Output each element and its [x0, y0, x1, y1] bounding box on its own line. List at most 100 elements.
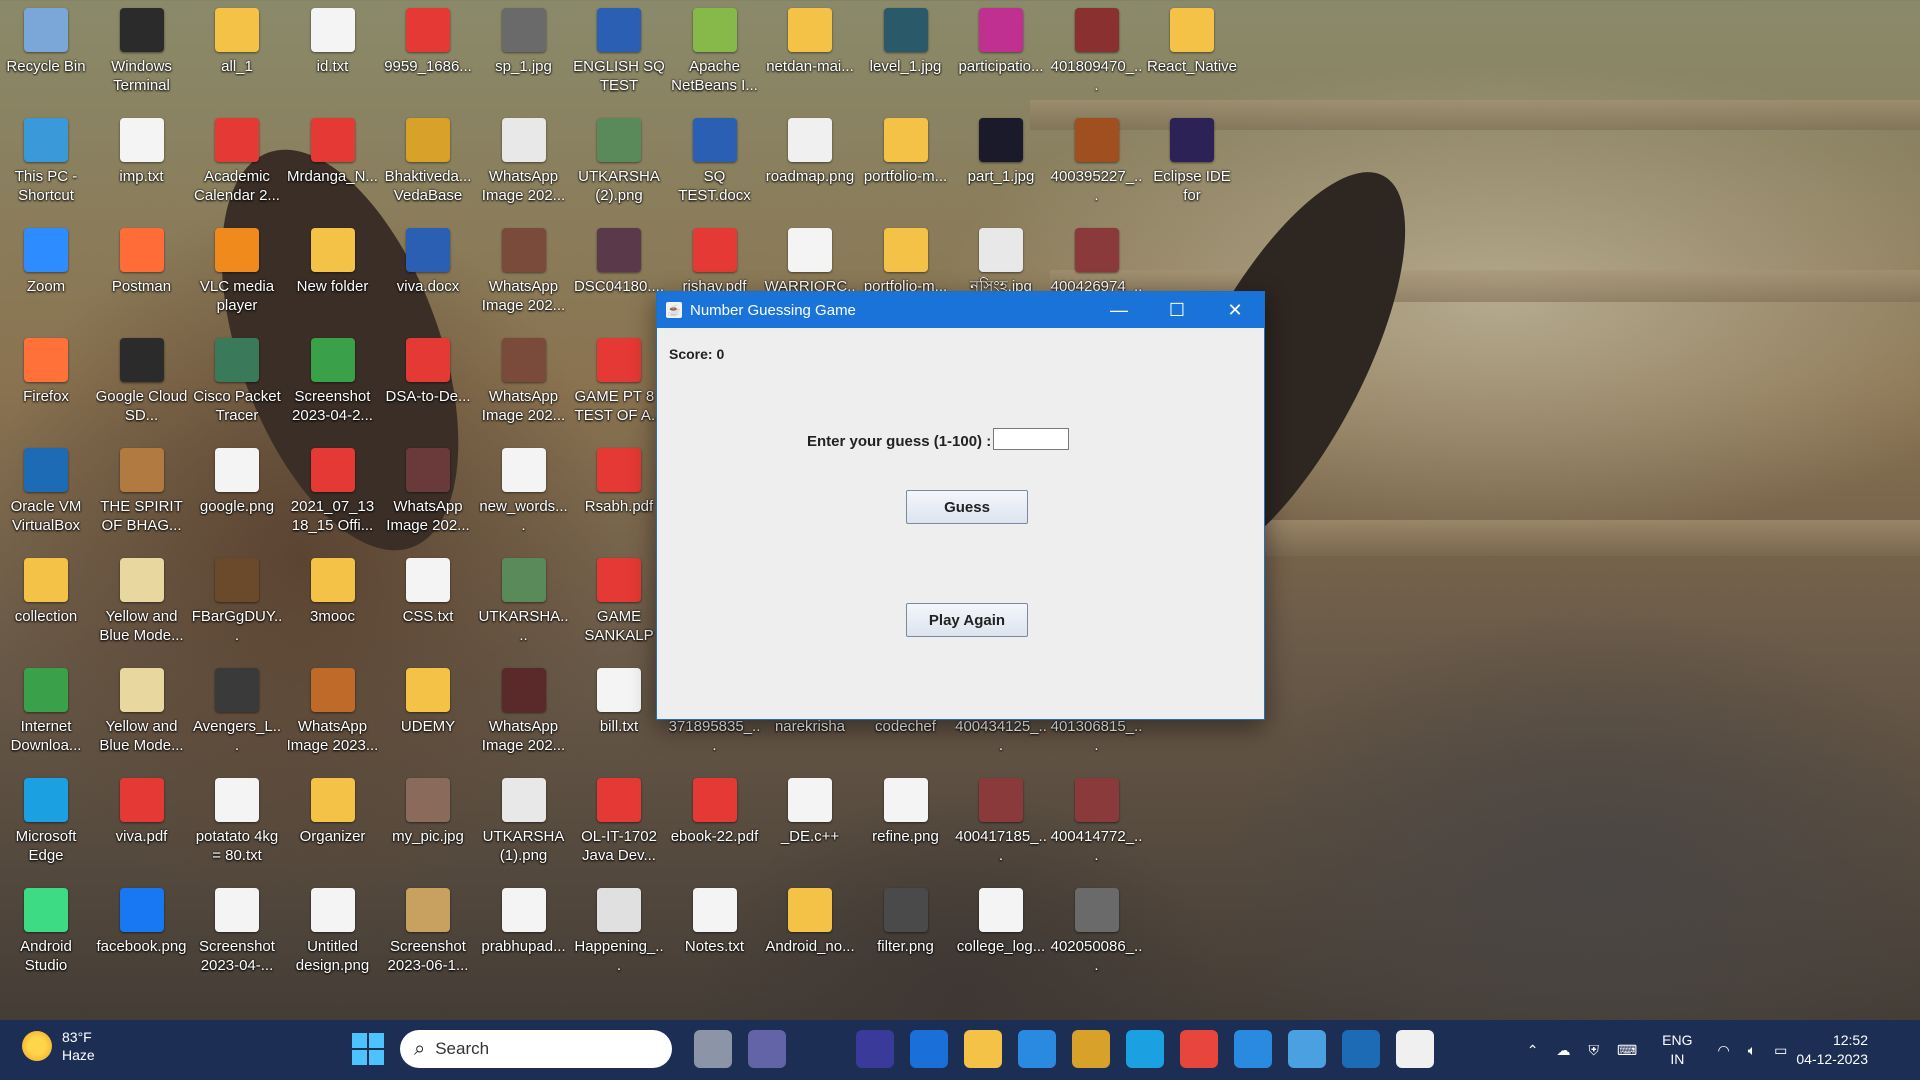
desktop-icon[interactable]: Screenshot 2023-04-... [191, 882, 283, 990]
desktop-icon[interactable]: 400417185_... [955, 772, 1047, 880]
virtualbox-icon[interactable] [1342, 1030, 1380, 1068]
start-button[interactable] [352, 1033, 384, 1065]
desktop-icon[interactable]: filter.png [860, 882, 952, 990]
desktop-icon[interactable]: WhatsApp Image 2023... [287, 662, 379, 770]
desktop-icon[interactable]: 402050086_... [1051, 882, 1143, 990]
desktop-icon[interactable]: college_log... [955, 882, 1047, 990]
desktop-icon[interactable]: refine.png [860, 772, 952, 880]
desktop-icon[interactable]: part_1.jpg [955, 112, 1047, 220]
desktop-icon[interactable]: Windows Terminal [96, 2, 188, 110]
task-view-icon[interactable] [694, 1030, 732, 1068]
desktop-icon[interactable]: FBarGgDUY... [191, 552, 283, 660]
desktop-icon[interactable]: Internet Downloa... [0, 662, 92, 770]
window-titlebar[interactable]: ☕ Number Guessing Game — ☐ ✕ [657, 292, 1264, 328]
desktop-icon[interactable]: Eclipse IDE for Enterpris... [1146, 112, 1238, 220]
desktop-icon[interactable]: Android_no... [764, 882, 856, 990]
maximize-button[interactable]: ☐ [1148, 292, 1206, 328]
desktop-icon[interactable]: WhatsApp Image 202... [478, 332, 570, 440]
store-icon[interactable] [910, 1030, 948, 1068]
desktop-icon[interactable]: level_1.jpg [860, 2, 952, 110]
onedrive-icon[interactable]: ☁ [1556, 1042, 1570, 1059]
desktop-icon[interactable]: 400414772_... [1051, 772, 1143, 880]
desktop-icon[interactable]: WhatsApp Image 202... [478, 662, 570, 770]
desktop-icon[interactable]: Avengers_L... [191, 662, 283, 770]
guess-button[interactable]: Guess [906, 490, 1028, 524]
desktop-icon[interactable]: new_words.... [478, 442, 570, 550]
desktop-icon[interactable]: viva.docx [382, 222, 474, 330]
desktop-icon[interactable]: Recycle Bin [0, 2, 92, 110]
desktop-icon[interactable]: ENGLISH SQ TEST (1).docx [573, 2, 665, 110]
desktop-icon[interactable]: Untitled design.png [287, 882, 379, 990]
edge-icon[interactable] [1126, 1030, 1164, 1068]
desktop-icon[interactable]: Oracle VM VirtualBox [0, 442, 92, 550]
desktop-icon[interactable]: ebook-22.pdf [669, 772, 761, 880]
desktop-icon[interactable]: SQ TEST.docx [669, 112, 761, 220]
keyboard-icon[interactable]: ⌨ [1617, 1042, 1637, 1059]
desktop-icon[interactable]: Apache NetBeans I... [669, 2, 761, 110]
volume-icon[interactable]: 🔈︎ [1748, 1042, 1756, 1059]
desktop-icon[interactable]: Academic Calendar 2... [191, 112, 283, 220]
desktop-icon[interactable]: bill.txt [573, 662, 665, 770]
desktop-icon[interactable]: OL-IT-1702 Java Dev... [573, 772, 665, 880]
desktop-icon[interactable]: 401809470_... [1051, 2, 1143, 110]
desktop-icon[interactable]: GAME PT 8 - TEST OF A... [573, 332, 665, 440]
desktop-icon[interactable]: Notes.txt [669, 882, 761, 990]
clock[interactable]: 12:52 04-12-2023 [1796, 1031, 1868, 1069]
cortana-icon[interactable] [802, 1030, 840, 1068]
chrome-icon[interactable] [1180, 1030, 1218, 1068]
desktop-icon[interactable]: Organizer [287, 772, 379, 880]
desktop-icon[interactable]: _DE.c++ [764, 772, 856, 880]
desktop-icon[interactable]: 9959_1686... [382, 2, 474, 110]
language-indicator[interactable]: ENG IN [1662, 1031, 1692, 1069]
vscode-icon[interactable] [1234, 1030, 1272, 1068]
desktop-icon[interactable]: UTKARSHA (1).png [478, 772, 570, 880]
chevron-up-icon[interactable]: ⌃ [1527, 1042, 1539, 1059]
desktop-icon[interactable]: Cisco Packet Tracer [191, 332, 283, 440]
desktop-icon[interactable]: Google Cloud SD... [96, 332, 188, 440]
desktop-icon[interactable]: DSC04180.... [573, 222, 665, 330]
desktop-icon[interactable]: roadmap.png [764, 112, 856, 220]
desktop-icon[interactable]: all_1 [191, 2, 283, 110]
search-box[interactable]: ⌕ Search [400, 1030, 672, 1068]
desktop-icon[interactable]: Zoom [0, 222, 92, 330]
desktop-icon[interactable]: Android Studio [0, 882, 92, 990]
desktop-icon[interactable]: 2021_07_13 18_15 Offi... [287, 442, 379, 550]
file-explorer-icon[interactable] [964, 1030, 1002, 1068]
java-icon[interactable] [1396, 1030, 1434, 1068]
desktop-icon[interactable]: sp_1.jpg [478, 2, 570, 110]
desktop-icon[interactable]: New folder [287, 222, 379, 330]
desktop-icon[interactable]: WhatsApp Image 202... [478, 112, 570, 220]
desktop-icon[interactable]: UDEMY [382, 662, 474, 770]
desktop-icon[interactable]: Postman [96, 222, 188, 330]
desktop-icon[interactable]: Yellow and Blue Mode... [96, 552, 188, 660]
desktop-icon[interactable]: netdan-mai... [764, 2, 856, 110]
desktop-icon[interactable]: Mrdanga_N... [287, 112, 379, 220]
chat-icon[interactable] [748, 1030, 786, 1068]
desktop-icon[interactable]: WhatsApp Image 202... [382, 442, 474, 550]
desktop-icon[interactable]: collection [0, 552, 92, 660]
notepad-icon[interactable] [1288, 1030, 1326, 1068]
desktop-icon[interactable]: UTKARSHA.... [478, 552, 570, 660]
desktop-icon[interactable]: Bhaktiveda... VedaBase 2... [382, 112, 474, 220]
desktop-icon[interactable]: facebook.png [96, 882, 188, 990]
desktop-icon[interactable]: viva.pdf [96, 772, 188, 880]
play-again-button[interactable]: Play Again [906, 603, 1028, 637]
security-icon[interactable]: ⛨ [1588, 1042, 1599, 1059]
desktop-icon[interactable]: participatio... [955, 2, 1047, 110]
desktop-icon[interactable]: Happening_... [573, 882, 665, 990]
close-button[interactable]: ✕ [1206, 292, 1264, 328]
guess-input[interactable] [993, 428, 1069, 450]
desktop-icon[interactable]: GAME SANKALP C... [573, 552, 665, 660]
vedabase-icon[interactable] [1072, 1030, 1110, 1068]
desktop-icon[interactable]: portfolio-m... [860, 112, 952, 220]
desktop-icon[interactable]: 3mooc [287, 552, 379, 660]
desktop-icon[interactable]: WhatsApp Image 202... [478, 222, 570, 330]
desktop-icon[interactable]: This PC - Shortcut [0, 112, 92, 220]
desktop-icon[interactable]: THE SPIRIT OF BHAG... [96, 442, 188, 550]
minimize-button[interactable]: — [1090, 292, 1148, 328]
desktop-icon[interactable]: prabhupad... [478, 882, 570, 990]
desktop-icon[interactable]: google.png [191, 442, 283, 550]
desktop-icon[interactable]: Yellow and Blue Mode... [96, 662, 188, 770]
desktop-icon[interactable]: UTKARSHA (2).png [573, 112, 665, 220]
desktop-icon[interactable]: imp.txt [96, 112, 188, 220]
